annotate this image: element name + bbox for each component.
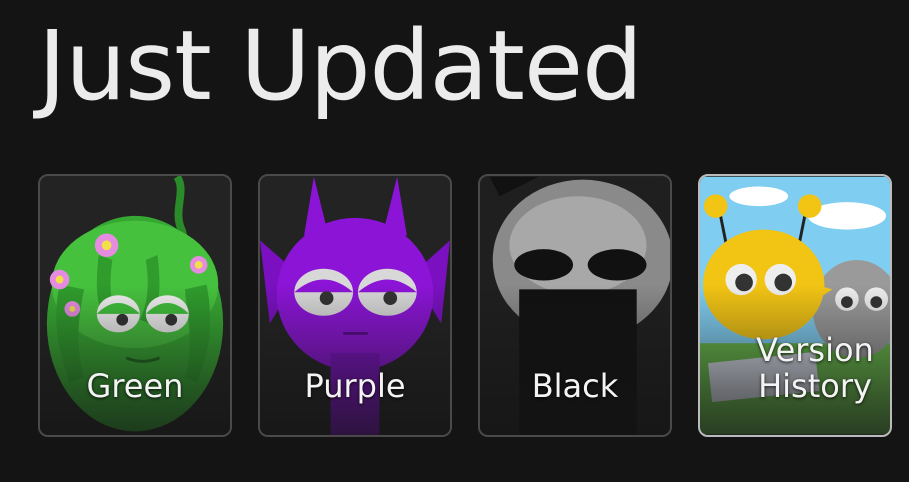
card-version-history[interactable]: Version History [698, 174, 892, 437]
card-row: Green Purple Black Version History [38, 174, 898, 437]
card-label: Green [86, 367, 184, 406]
card-green[interactable]: Green [38, 174, 232, 437]
section-title: Just Updated [38, 10, 643, 122]
card-label: Purple [304, 367, 406, 406]
label-gradient [40, 285, 230, 435]
card-label: Version History [756, 331, 874, 406]
card-label: Black [531, 367, 619, 406]
label-gradient [480, 285, 670, 435]
label-gradient [260, 285, 450, 435]
card-black[interactable]: Black [478, 174, 672, 437]
card-purple[interactable]: Purple [258, 174, 452, 437]
